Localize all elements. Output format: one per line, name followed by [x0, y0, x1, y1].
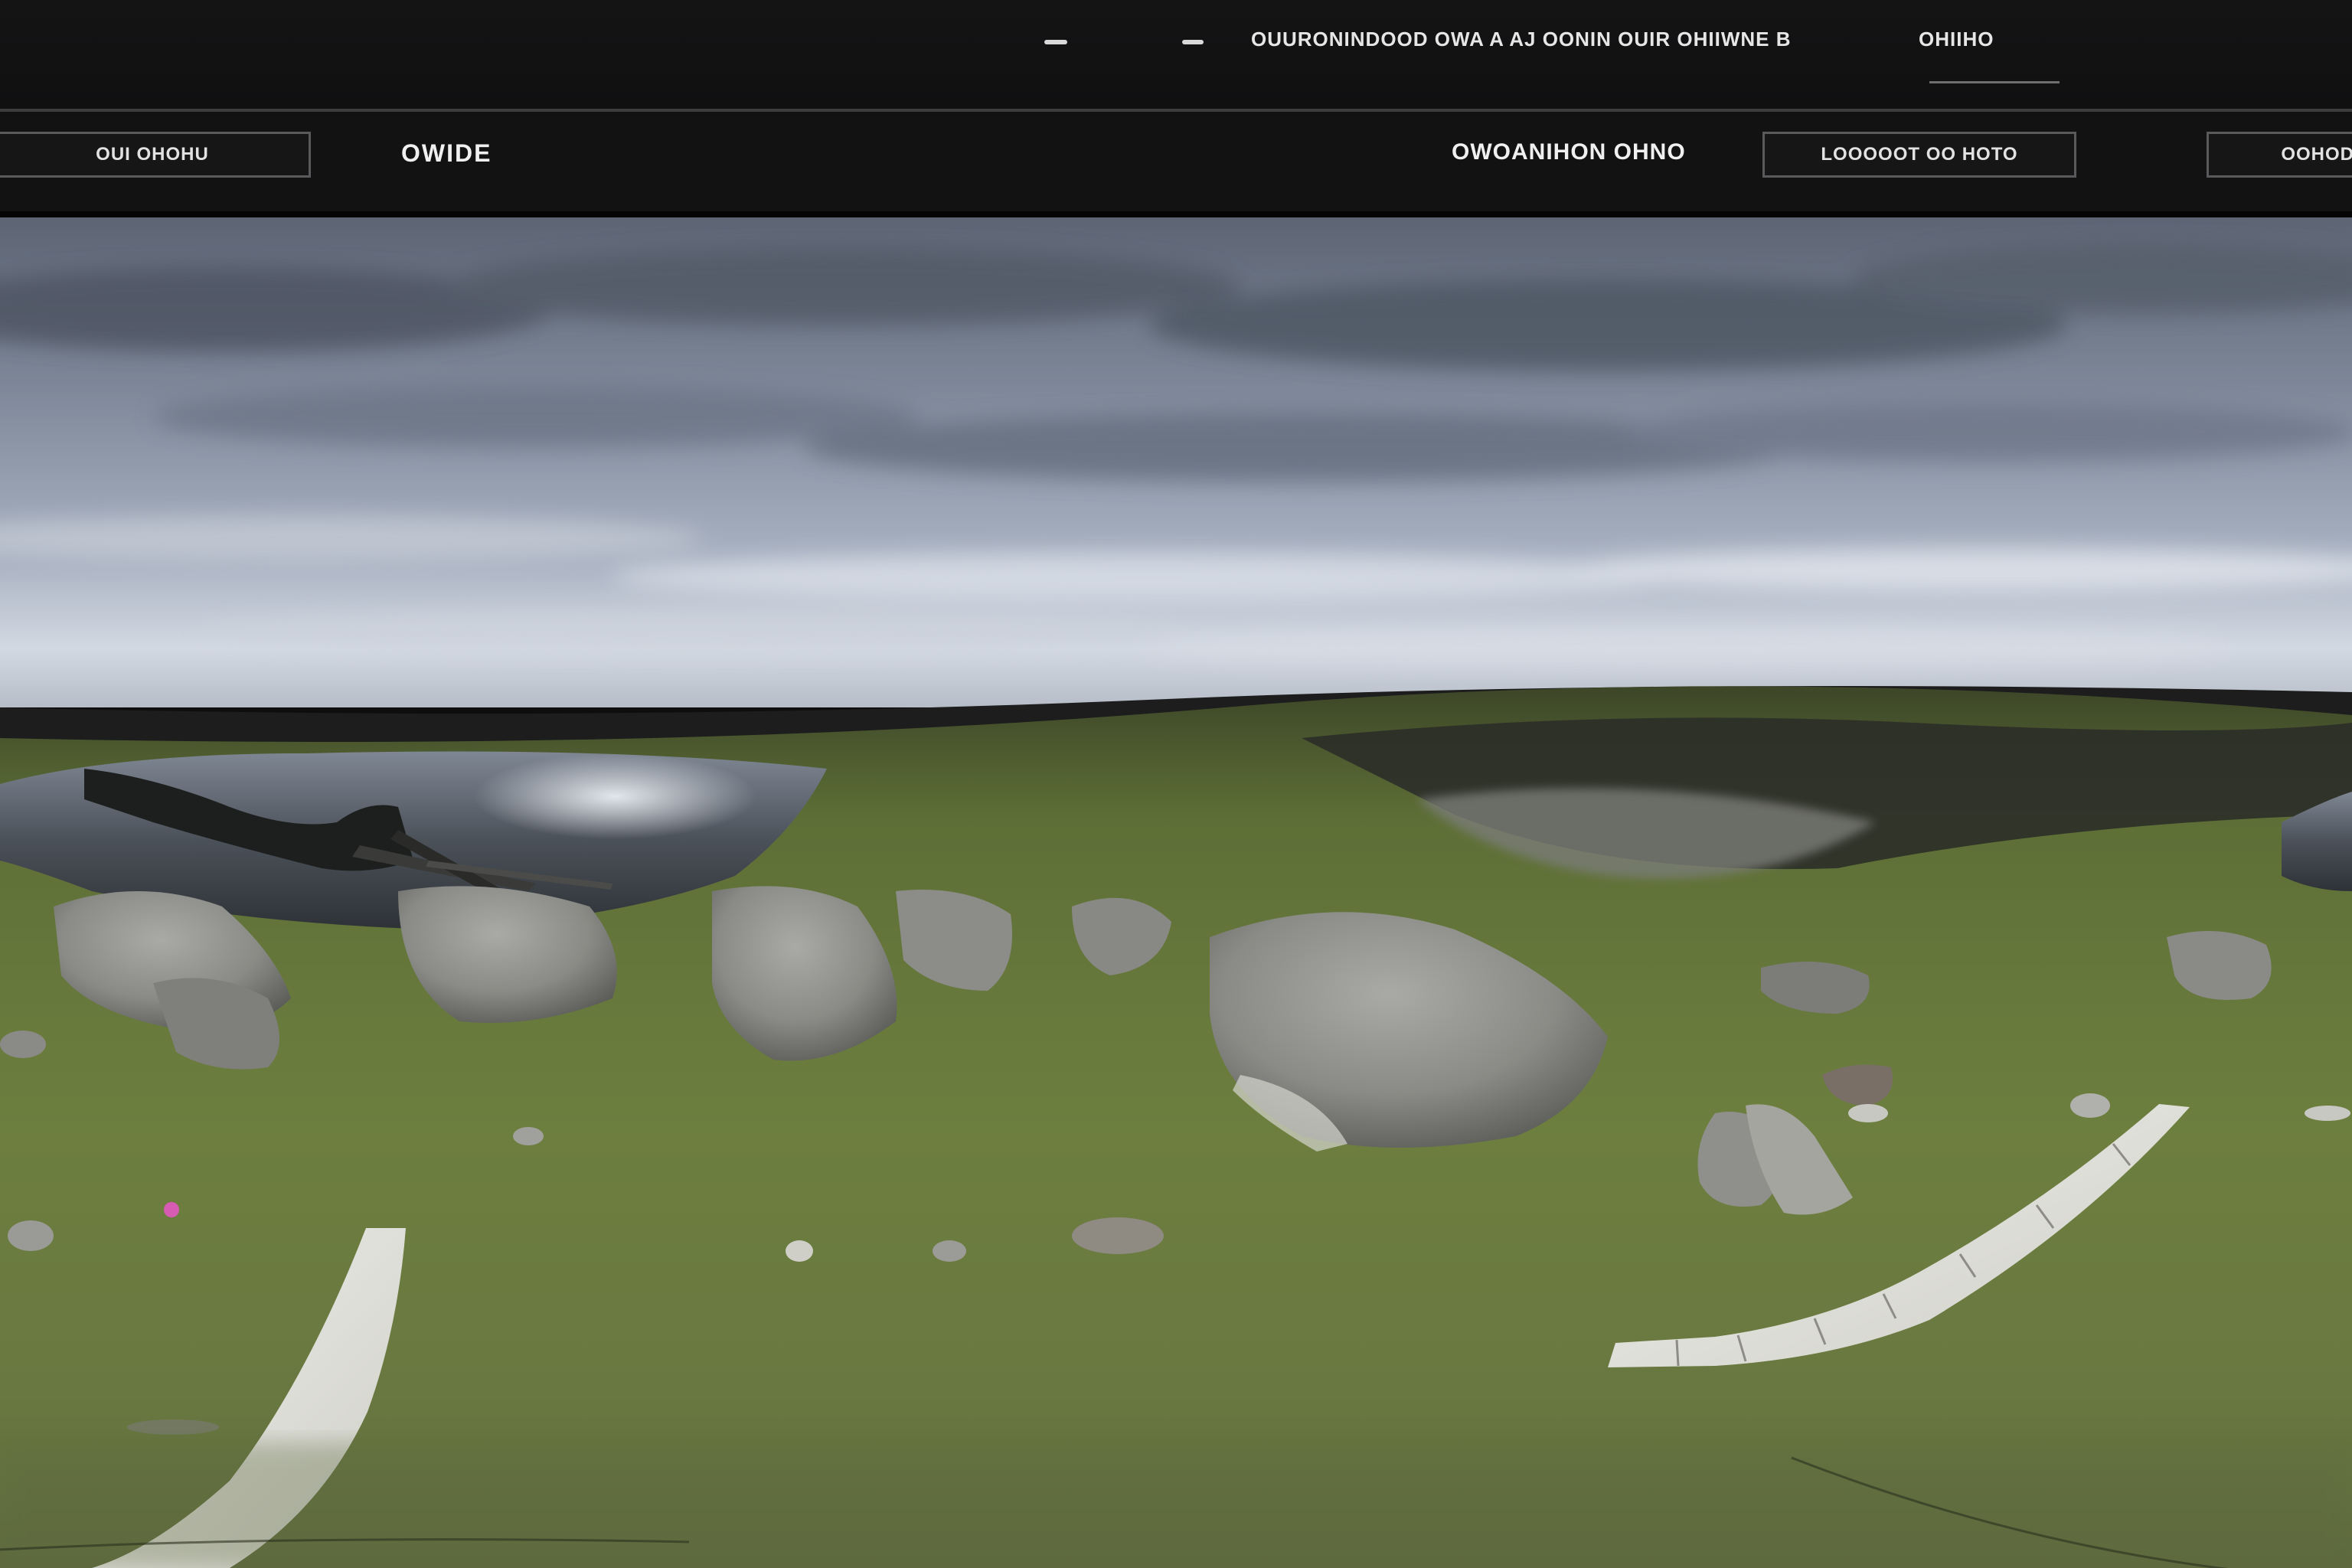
panorama-scene[interactable] — [0, 217, 2352, 1568]
lake-reflection — [421, 753, 773, 861]
far-right-button[interactable]: OOHOD — [2207, 132, 2352, 178]
top-right-underline — [1929, 81, 2060, 83]
bottom-haze — [0, 1442, 2352, 1568]
page-title: OWIDE — [401, 139, 492, 167]
toolbar-center-label[interactable]: OWOANIHON OHNO — [1452, 139, 1686, 165]
top-indicator-1 — [1044, 40, 1067, 44]
left-toolbar-button[interactable]: OUI OHOHU — [0, 132, 311, 178]
pink-flower — [164, 1202, 179, 1217]
top-indicator-2 — [1182, 40, 1204, 44]
app-window: OUURONINDOOD OWA A AJ OONIN OUIR OHIIWNE… — [0, 0, 2352, 1568]
toolbar-action-button[interactable]: LOOOOOT OO HOTO — [1762, 132, 2076, 178]
top-status-bar: OUURONINDOOD OWA A AJ OONIN OUIR OHIIWNE… — [0, 0, 2352, 109]
top-right-text[interactable]: OHIIHO — [1919, 28, 1994, 51]
toolbar-bottom-edge — [0, 211, 2352, 217]
panorama-viewport[interactable] — [0, 217, 2352, 1568]
toolbar: OUI OHOHU OWIDE OWOANIHON OHNO LOOOOOT O… — [0, 112, 2352, 214]
status-text: OUURONINDOOD OWA A AJ OONIN OUIR OHIIWNE… — [1251, 28, 1792, 51]
